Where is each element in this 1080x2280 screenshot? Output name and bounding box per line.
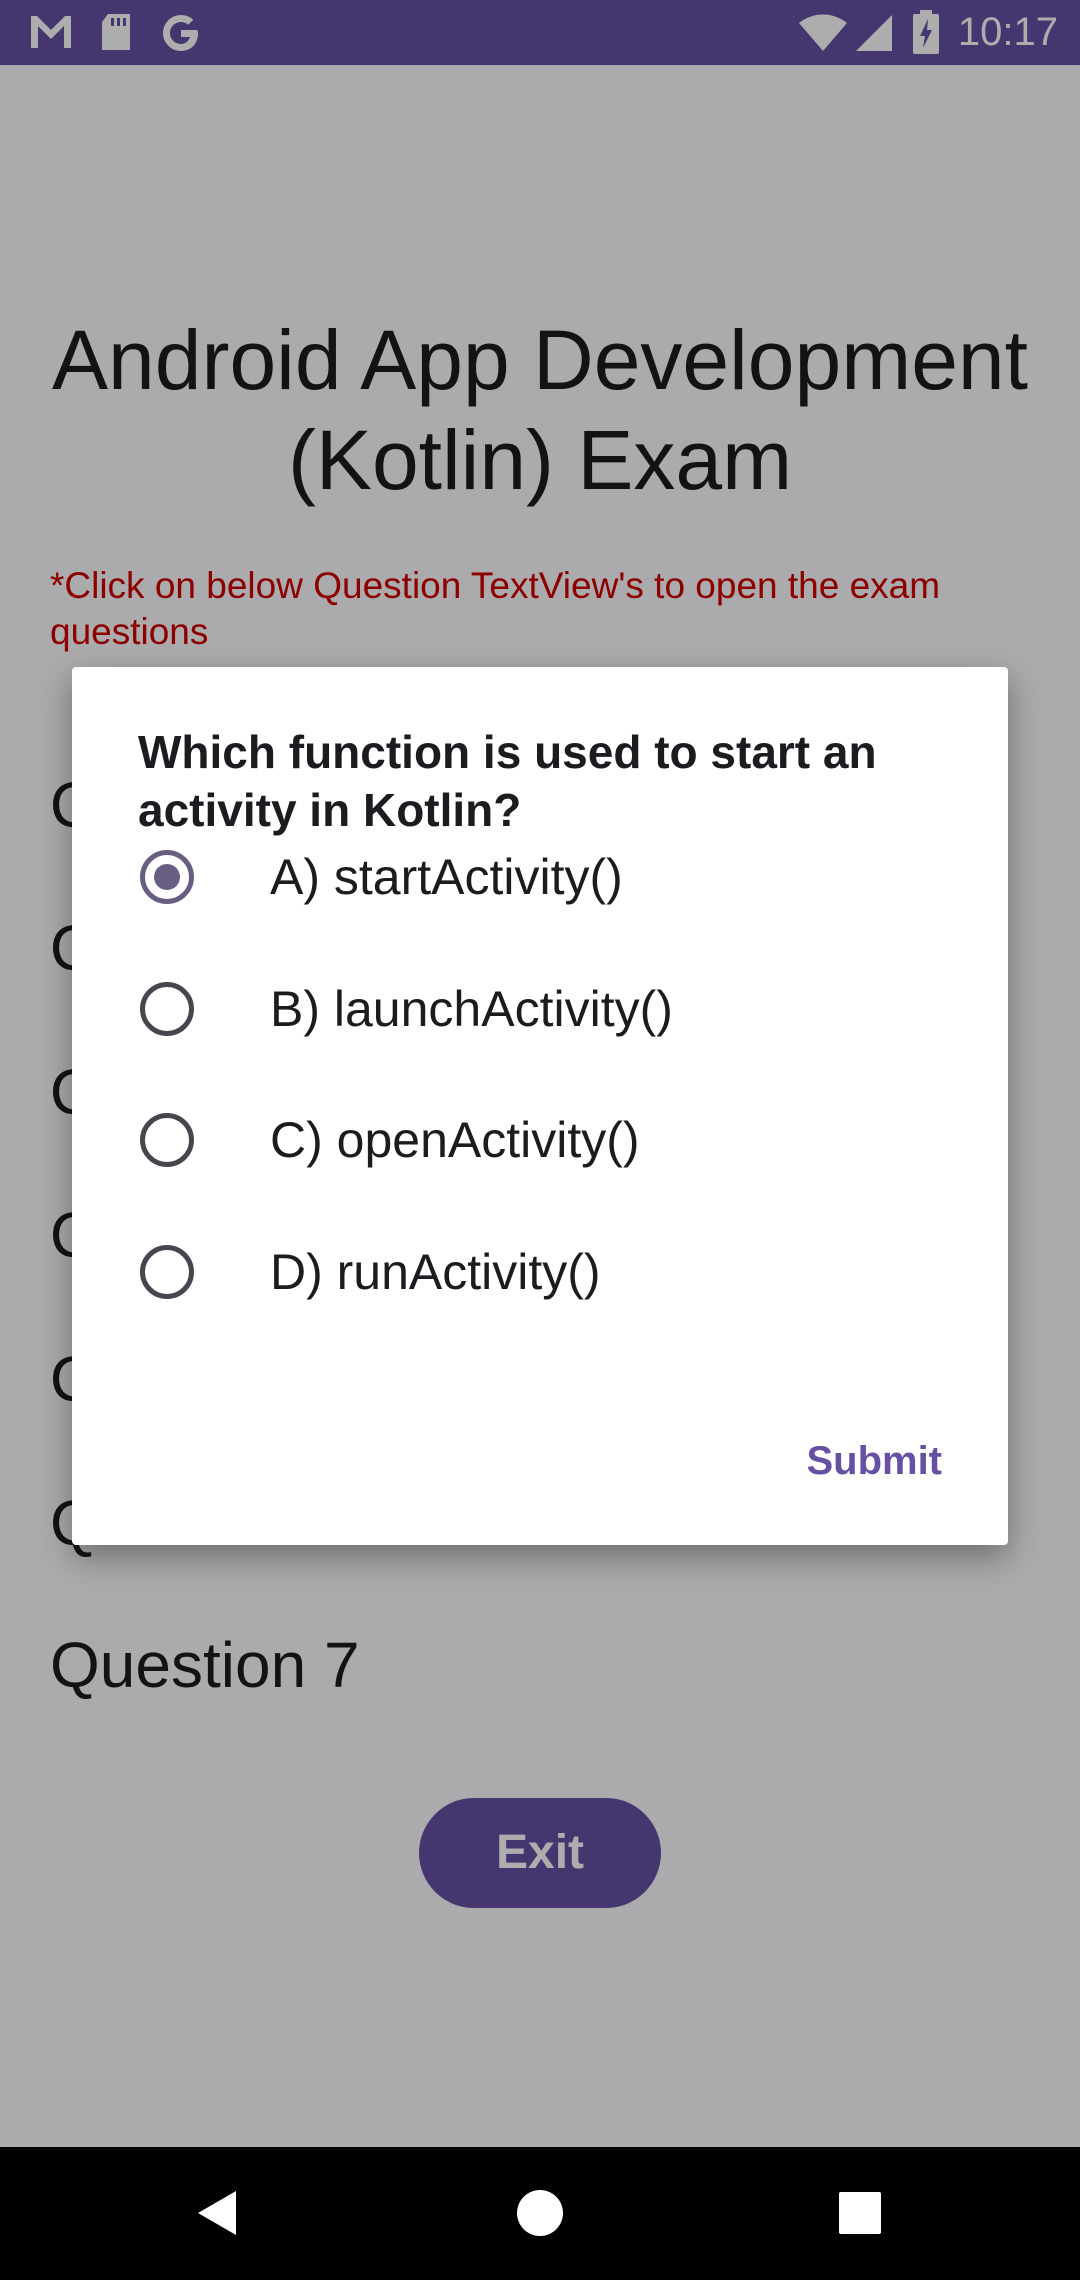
option-c[interactable]: C) openActivity() xyxy=(132,1080,952,1200)
back-icon[interactable] xyxy=(190,2183,250,2243)
option-a[interactable]: A) startActivity() xyxy=(132,817,952,937)
option-d[interactable]: D) runActivity() xyxy=(132,1212,952,1332)
radio-checked-icon[interactable] xyxy=(140,850,194,904)
option-label: A) startActivity() xyxy=(270,849,623,905)
radio-unchecked-icon[interactable] xyxy=(140,982,194,1036)
radio-unchecked-icon[interactable] xyxy=(140,1245,194,1299)
option-label: B) launchActivity() xyxy=(270,981,673,1037)
option-label: D) runActivity() xyxy=(270,1244,601,1300)
radio-unchecked-icon[interactable] xyxy=(140,1113,194,1167)
submit-button[interactable]: Submit xyxy=(806,1437,942,1485)
option-label: C) openActivity() xyxy=(270,1112,640,1168)
screen: 10:17 Android App Development (Kotlin) E… xyxy=(0,0,1080,2280)
question-dialog: Which function is used to start an activ… xyxy=(72,667,1008,1545)
recents-icon[interactable] xyxy=(830,2183,890,2243)
option-b[interactable]: B) launchActivity() xyxy=(132,949,952,1069)
home-icon[interactable] xyxy=(510,2183,570,2243)
navigation-bar xyxy=(0,2147,1080,2280)
